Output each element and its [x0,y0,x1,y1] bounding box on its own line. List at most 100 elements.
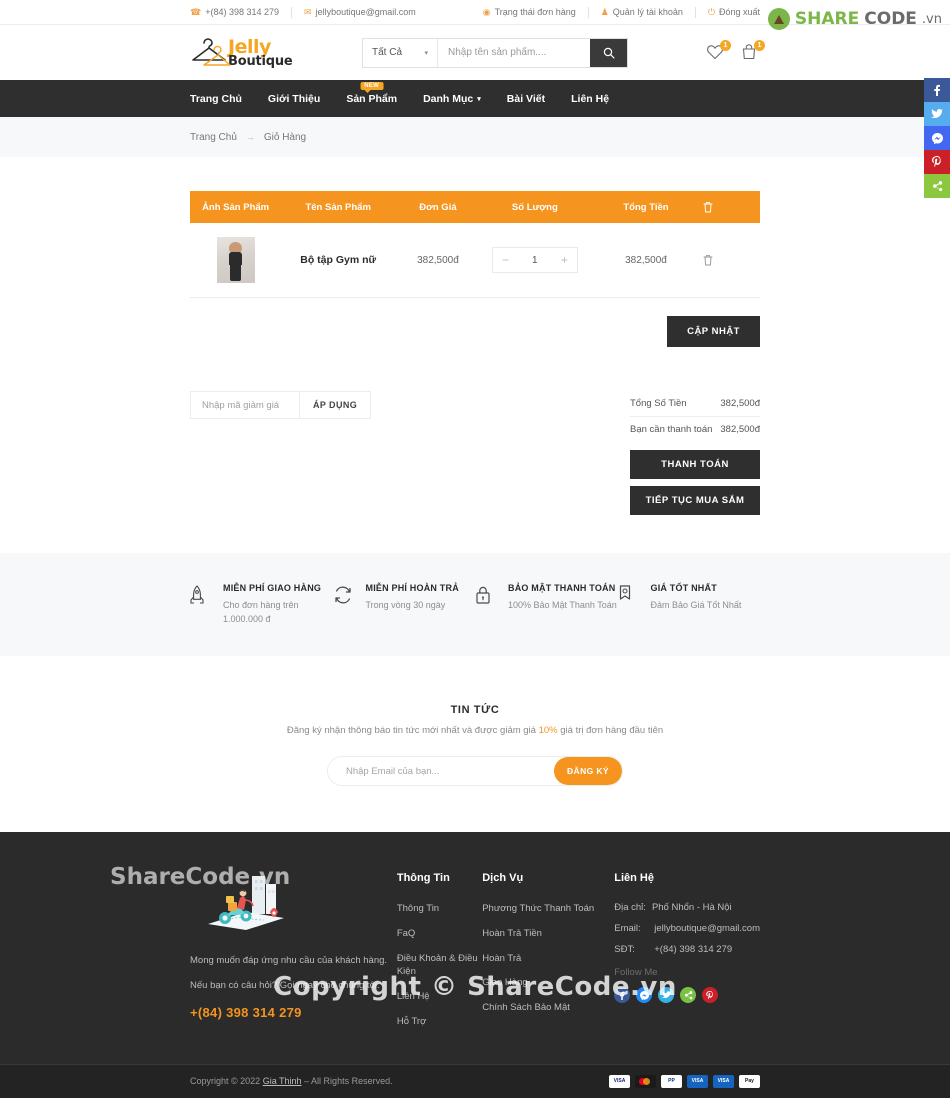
nav-label: Danh Mục [423,92,474,105]
coupon-input[interactable] [190,391,300,419]
continue-shopping-button[interactable]: TIẾP TỤC MUA SẮM [630,486,760,515]
rail-pinterest-icon[interactable] [924,150,950,174]
newsletter-email-input[interactable] [328,757,554,785]
newsletter-subtitle: Đăng ký nhận thông báo tin tức mới nhất … [190,725,760,736]
footer-link-ho-tro[interactable]: Hỗ Trợ [397,1015,482,1029]
cart-section: Ảnh Sản Phẩm Tên Sản Phẩm Đơn Giá Số Lượ… [0,157,950,369]
rail-facebook-icon[interactable] [924,78,950,102]
footer-tagline-1: Mong muốn đáp ứng nhu cầu của khách hàng… [190,955,388,966]
wishlist-button[interactable]: 1 [706,39,731,63]
cart-table-head: Ảnh Sản Phẩm Tên Sản Phẩm Đơn Giá Số Lượ… [190,191,760,223]
col-image: Ảnh Sản Phẩm [190,191,282,223]
main-navigation: Trang Chủ Giới Thiệu NEW Sản Phẩm Danh M… [0,80,950,117]
payment-applepay-icon: Pay [739,1074,760,1088]
apply-coupon-button[interactable]: ÁP DỤNG [300,391,372,419]
feature-desc: Trong vòng 30 ngày [365,600,446,610]
rail-twitter-icon[interactable] [924,102,950,126]
nav-item-danh-muc[interactable]: Danh Mục ▾ [410,93,494,105]
footer-link-faq[interactable]: FaQ [397,927,482,941]
footer-share-icon[interactable] [680,987,697,1003]
payable-label: Bạn cần thanh toán [630,424,713,435]
qty-decrease-button[interactable]: − [502,254,509,266]
footer-phone[interactable]: +(84) 398 314 279 [190,1005,397,1020]
subtotal-value: 382,500đ [720,398,760,409]
cell-image [190,223,282,298]
newsletter-subscribe-button[interactable]: ĐĂNG KÝ [554,757,622,785]
footer-facebook-icon[interactable] [614,987,631,1003]
qty-value[interactable]: 1 [532,255,538,266]
product-thumbnail[interactable] [216,237,255,283]
search-submit-button[interactable] [590,38,627,67]
copyright-post: – All Rights Reserved. [301,1076,393,1087]
footer-link-dieu-khoan[interactable]: Điều Khoản & Điều Kiện [397,952,482,980]
topbar-right: ◉ Trạng thái đơn hàng ♟ Quản lý tài khoả… [483,6,760,18]
pay-label: VISA [691,1078,704,1085]
footer-link-phuong-thuc-thanh-toan[interactable]: Phương Thức Thanh Toán [482,902,614,916]
product-name[interactable]: Bộ tập Gym nữ [300,254,376,266]
nav-item-san-pham[interactable]: NEW Sản Phẩm [333,81,410,105]
footer-email-label: Email: [614,923,641,934]
footer-tagline-2: Nếu bạn có câu hỏi? Gọi ngay cho chúng t… [190,980,380,992]
topbar-account[interactable]: ♟ Quản lý tài khoản [589,7,695,18]
footer-link-thong-tin[interactable]: Thông Tin [397,902,482,916]
delivery-scooter-illustration [200,872,292,934]
trash-icon[interactable] [703,201,760,213]
footer-sdt: SĐT: +(84) 398 314 279 [614,944,760,955]
nav-item-bai-viet[interactable]: Bài Viết [494,93,558,105]
feature-desc: Đảm Bảo Giá Tốt Nhất [650,600,742,610]
footer-link-giao-hang[interactable]: Giao Hàng [482,976,614,990]
search-category-select[interactable]: Tất Cả ▾ [363,38,438,67]
cart-button[interactable]: 1 [740,39,765,63]
rail-messenger-icon[interactable] [924,126,950,150]
topbar-account-text: Quản lý tài khoản [612,7,683,17]
footer-link-lien-he[interactable]: Liên Hệ [397,990,482,1004]
nav-item-lien-he[interactable]: Liên Hệ [558,93,622,105]
payment-visa-electron-icon: VISA [713,1074,734,1088]
page-root: SHARE CODE .vn ☎ +(84) 398 314 279 ✉ jel… [0,0,950,1098]
cart-totals: Tổng Số Tiền 382,500đ Bạn cần thanh toán… [630,391,760,515]
footer-sdt-label: SĐT: [614,944,635,955]
breadcrumb-home[interactable]: Trang Chủ [190,132,237,143]
payable-value: 382,500đ [720,424,760,435]
footer-address: Địa chỉ: Phố Nhổn - Hà Nội [614,902,760,913]
footer-sdt-value[interactable]: +(84) 398 314 279 [654,944,732,955]
footer-link-hoan-tra-tien[interactable]: Hoàn Trả Tiền [482,927,614,941]
footer-twitter-icon[interactable] [658,987,675,1003]
nav-item-gioi-thieu[interactable]: Giới Thiệu [255,93,333,105]
site-logo[interactable]: Jelly Boutique [190,36,340,70]
newsletter-section: TIN TỨC Đăng ký nhận thông báo tin tức m… [0,656,950,832]
subtotal-row: Tổng Số Tiền 382,500đ [630,391,760,417]
search-input[interactable] [438,38,590,67]
topbar-email[interactable]: ✉ jellyboutique@gmail.com [292,7,428,18]
footer-link-hoan-tra[interactable]: Hoàn Trả [482,952,614,966]
feature-text: GIÁ TỐT NHẤT Đảm Bảo Giá Tốt Nhất [651,583,742,626]
footer-messenger-icon[interactable] [636,987,653,1003]
newsletter-title: TIN TỨC [450,704,500,716]
nav-label: Trang Chủ [190,92,242,105]
update-cart-button[interactable]: CẬP NHẬT [667,316,760,347]
pay-label: VISA [717,1078,730,1085]
checkout-button[interactable]: THANH TOÁN [630,450,760,479]
footer-info-column: Thông Tin Thông Tin FaQ Điều Khoản & Điề… [397,872,482,1040]
feature-secure-payment: BẢO MẬT THANH TOÁN 100% Bảo Mật Thanh To… [475,583,618,626]
cart-lower-section: ÁP DỤNG Tổng Số Tiền 382,500đ Bạn cần th… [0,369,950,515]
topbar-order-status[interactable]: ◉ Trạng thái đơn hàng [483,7,588,18]
remove-item-trash-icon[interactable] [703,254,760,266]
copyright-link[interactable]: Gia Thịnh [263,1076,302,1086]
envelope-icon: ✉ [304,6,312,17]
topbar-logout[interactable]: ⏻ Đóng xuất [696,7,760,18]
footer-social-links [614,987,760,1003]
topbar-phone[interactable]: ☎ +(84) 398 314 279 [190,7,291,18]
qty-increase-button[interactable]: + [561,254,568,266]
rail-more-share-icon[interactable] [924,174,950,198]
footer-pinterest-icon[interactable] [702,987,719,1003]
footer-link-chinh-sach-bao-mat[interactable]: Chính Sách Bảo Mật [482,1001,614,1015]
feature-title: MIỄN PHÍ GIAO HÀNG [223,583,322,593]
nav-label: Bài Viết [506,92,546,105]
col-total: Tổng Tiền [588,191,703,223]
nav-item-trang-chu[interactable]: Trang Chủ [190,93,255,105]
footer-email-value[interactable]: jellyboutique@gmail.com [654,923,760,934]
search-icon [603,47,615,59]
arrow-right-icon: → [245,132,255,142]
feature-text: MIỄN PHÍ GIAO HÀNG Cho đơn hàng trên 1.0… [223,583,333,626]
